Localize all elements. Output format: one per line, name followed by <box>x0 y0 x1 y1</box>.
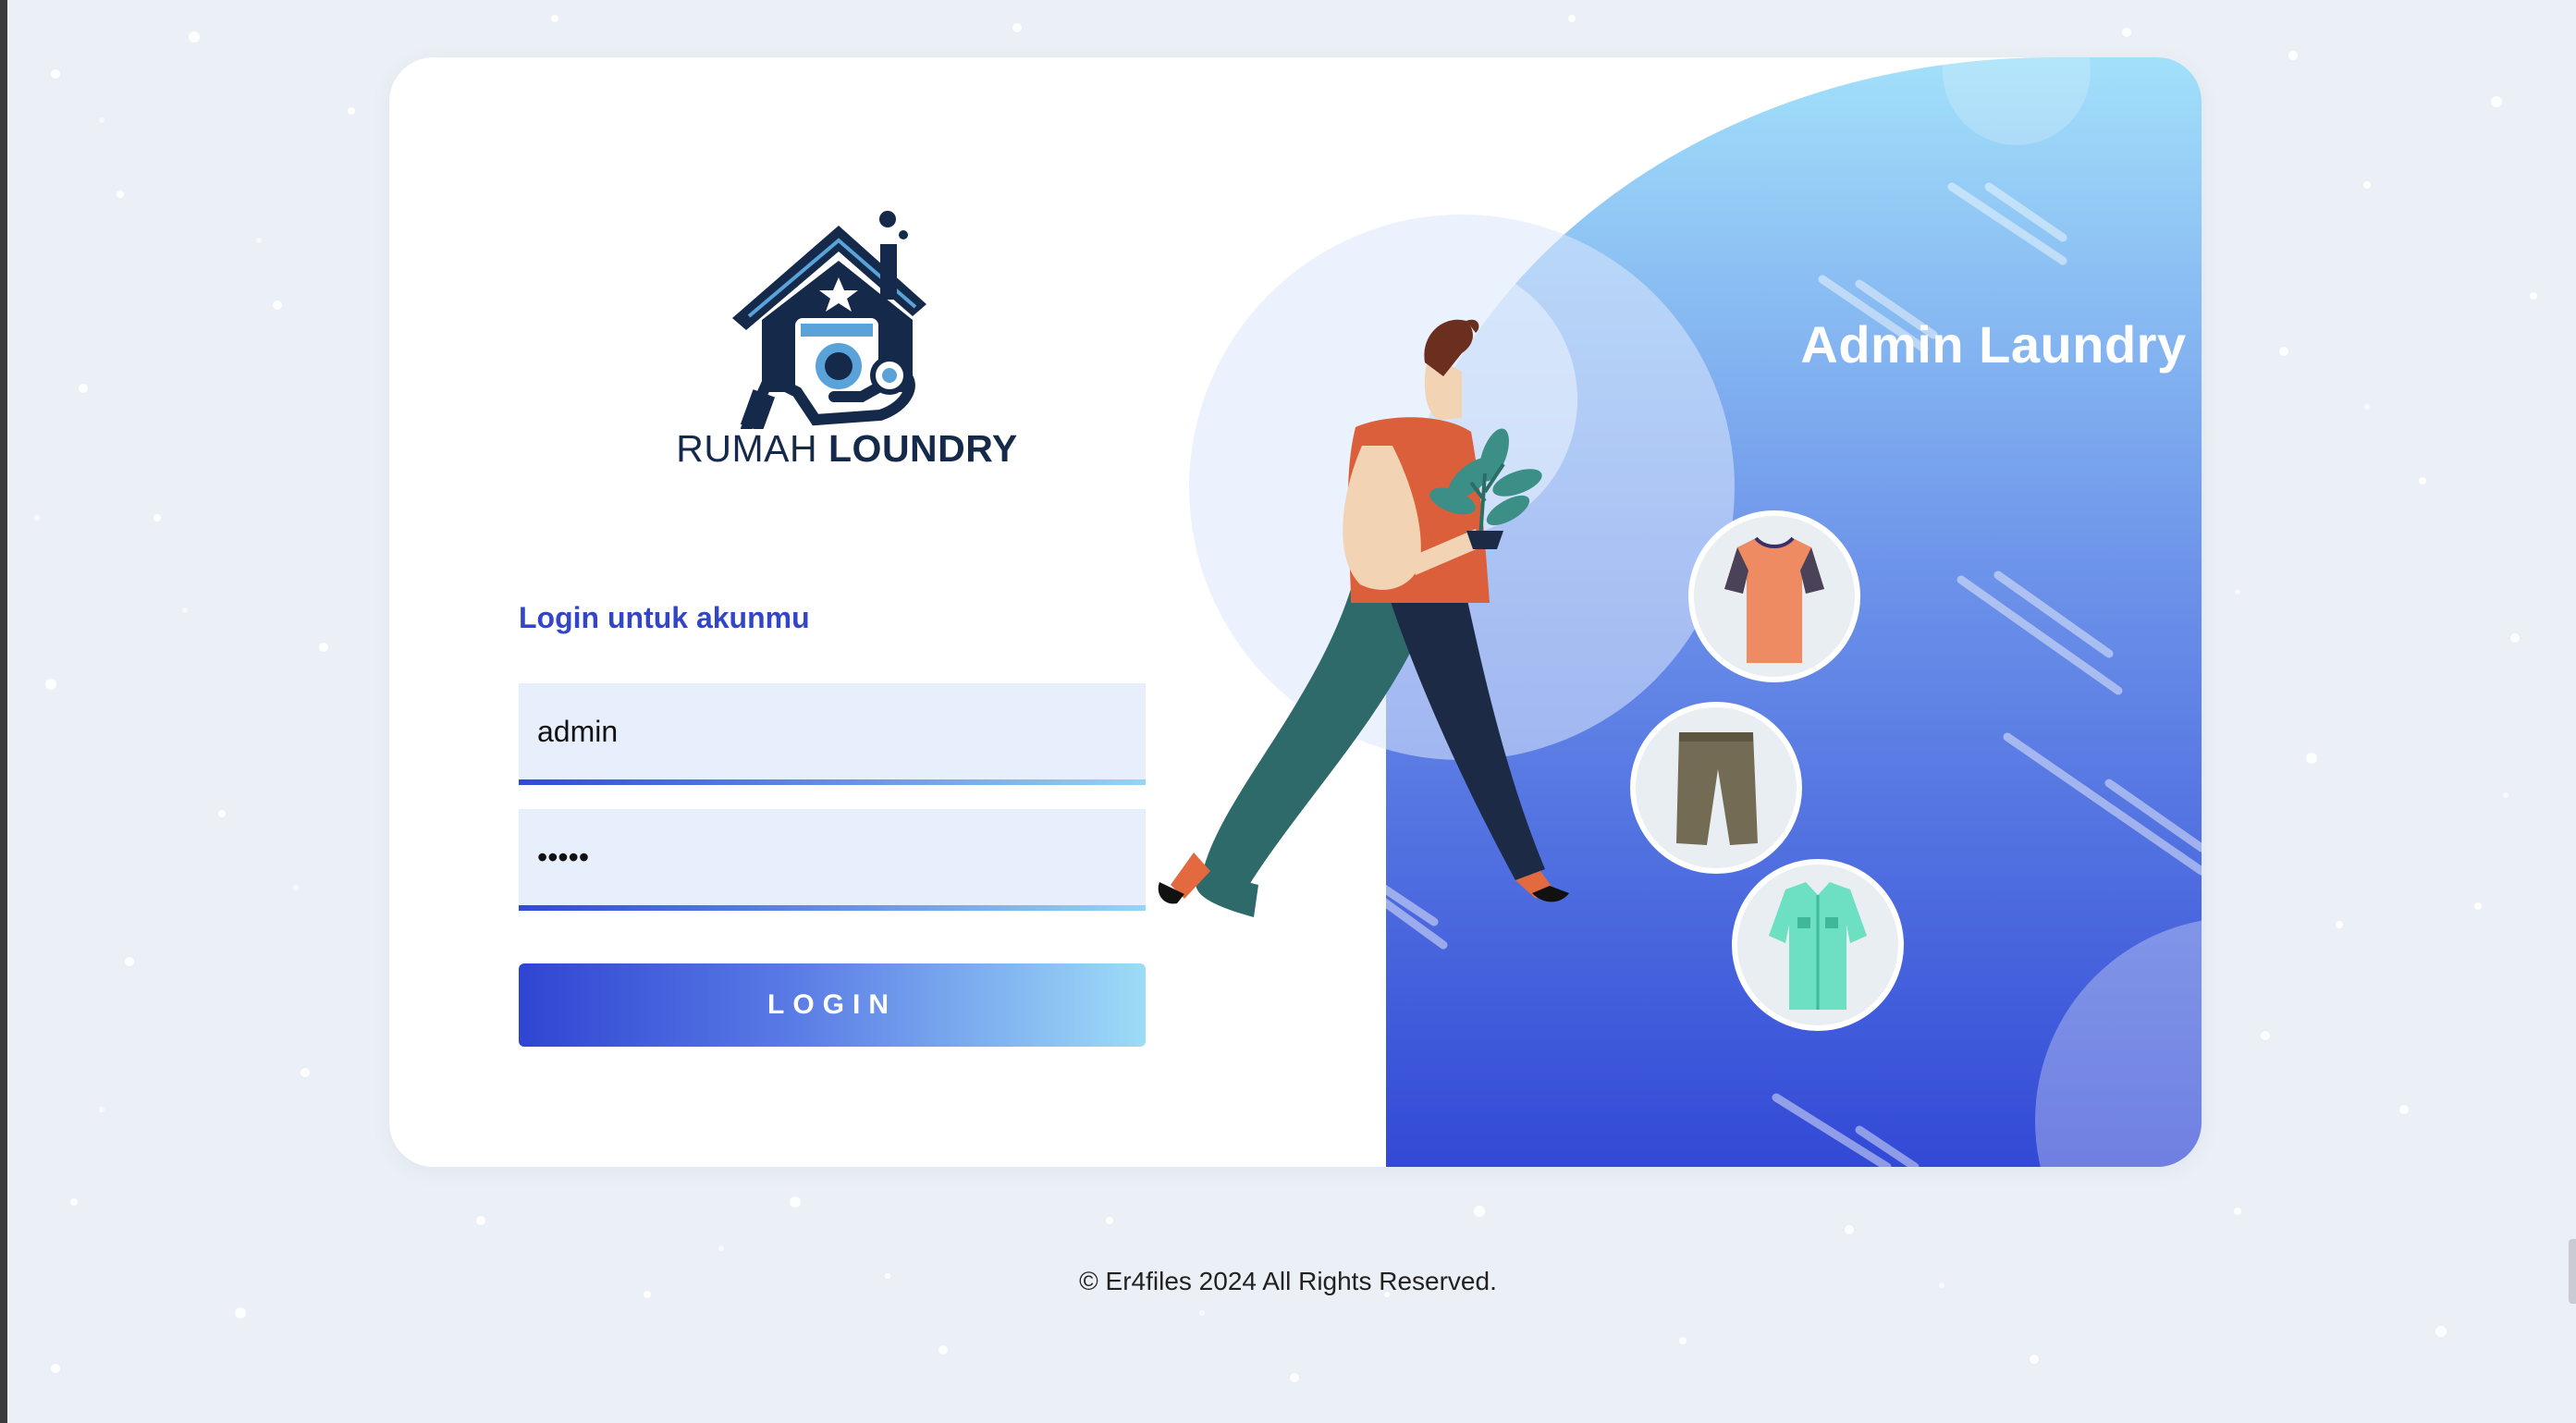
login-card: Admin Laundry RUMAH LOUNDRY Login untuk … <box>389 57 2202 1167</box>
password-field-wrapper <box>519 809 1147 911</box>
brand-wordmark: RUMAH LOUNDRY <box>639 427 1055 471</box>
scrollbar-handle[interactable] <box>2569 1239 2576 1304</box>
trousers-icon <box>1630 702 1802 874</box>
panel-title: Admin Laundry <box>1800 315 2187 374</box>
footer-copyright: © Er4files 2024 All Rights Reserved. <box>1079 1267 1497 1295</box>
brand-name-light: RUMAH <box>676 427 818 470</box>
tshirt-icon <box>1688 510 1860 682</box>
username-input[interactable] <box>519 683 1147 779</box>
login-button[interactable]: LOGIN <box>519 963 1146 1047</box>
shirt-icon <box>1732 859 1904 1031</box>
brand-name-bold: LOUNDRY <box>828 427 1018 470</box>
login-heading: Login untuk akunmu <box>519 601 810 634</box>
password-input[interactable] <box>519 809 1147 905</box>
username-field-wrapper <box>519 683 1147 785</box>
laundry-house-logo-icon <box>732 211 926 429</box>
